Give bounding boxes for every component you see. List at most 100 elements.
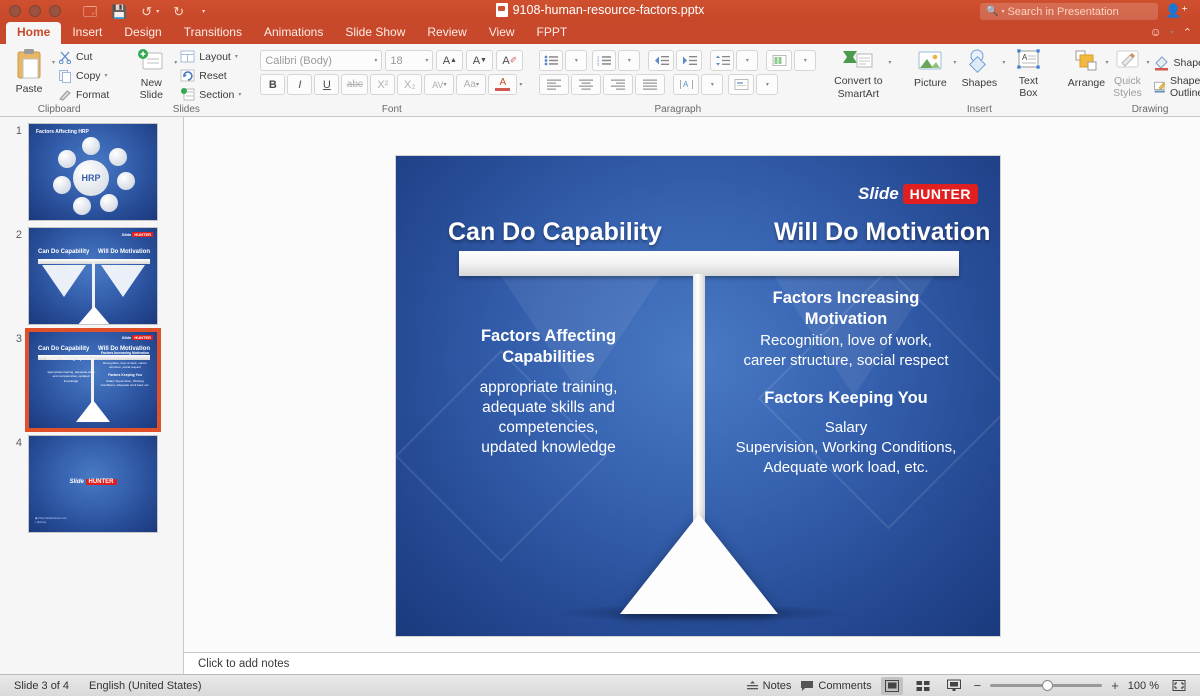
- change-case-button[interactable]: Aa ▾: [456, 74, 487, 95]
- slide-thumbnail-pane[interactable]: 1 Factors Affecting HRP HRP 2 Slide HUNT…: [0, 117, 184, 674]
- copy-dropdown-icon[interactable]: ▾: [105, 72, 108, 79]
- heading-can-do-capability[interactable]: Can Do Capability: [448, 218, 662, 247]
- thumbnail-item-3[interactable]: 3 Slide HUNTER Can Do Capability Will Do…: [0, 325, 183, 432]
- fit-slide-button[interactable]: [1168, 677, 1190, 695]
- tab-fppt[interactable]: FPPT: [526, 22, 579, 44]
- right-text-title-1[interactable]: Factors Increasing Motivation: [716, 288, 976, 330]
- thumbnail-slide-4[interactable]: Slide HUNTER ◉ http://slidehunter.com ▪ (…: [28, 435, 158, 533]
- sidebar-toggle-icon[interactable]: 🗔: [83, 5, 97, 18]
- numbering-dropdown-icon[interactable]: ▾: [618, 50, 641, 71]
- increase-indent-button[interactable]: [676, 50, 703, 71]
- right-text-body-2[interactable]: Salary Supervision, Working Conditions, …: [706, 418, 986, 478]
- font-size-dropdown-icon[interactable]: ▾: [425, 57, 428, 64]
- italic-button[interactable]: I: [287, 74, 313, 95]
- undo-dropdown-icon[interactable]: ▾: [156, 8, 159, 15]
- shapes-button[interactable]: Shapes: [956, 46, 1002, 89]
- align-left-button[interactable]: [539, 74, 570, 95]
- save-icon[interactable]: 💾: [111, 5, 127, 18]
- tab-review[interactable]: Review: [416, 22, 477, 44]
- thumbnail-item-1[interactable]: 1 Factors Affecting HRP HRP: [0, 117, 183, 221]
- font-color-button[interactable]: A: [488, 74, 518, 95]
- new-slide-button[interactable]: New Slide: [128, 46, 174, 101]
- text-direction-dropdown-icon[interactable]: ▾: [701, 74, 724, 95]
- heading-will-do-motivation[interactable]: Will Do Motivation: [774, 218, 990, 247]
- share-icon[interactable]: 👤⁺: [1165, 3, 1188, 19]
- paste-button[interactable]: Paste: [6, 46, 52, 95]
- comments-toggle-button[interactable]: Comments: [800, 680, 872, 692]
- tab-home[interactable]: Home: [6, 22, 62, 44]
- text-direction-button[interactable]: A: [673, 74, 700, 95]
- smartart-dropdown-icon[interactable]: ▾: [888, 59, 891, 66]
- tab-transitions[interactable]: Transitions: [173, 22, 253, 44]
- thumbnail-slide-3[interactable]: Slide HUNTER Can Do Capability Will Do M…: [25, 328, 161, 432]
- tab-insert[interactable]: Insert: [61, 22, 113, 44]
- layout-dropdown-icon[interactable]: ▾: [235, 53, 238, 60]
- zoom-out-button[interactable]: −: [974, 678, 982, 693]
- chevron-up-icon[interactable]: ⌃: [1183, 26, 1192, 39]
- format-painter-button[interactable]: Format: [55, 86, 112, 103]
- view-slide-show-button[interactable]: [943, 677, 965, 695]
- minimize-window-button[interactable]: [29, 5, 41, 17]
- thumbnail-slide-2[interactable]: Slide HUNTER Can Do Capability Will Do M…: [28, 227, 158, 325]
- align-text-button[interactable]: [728, 74, 755, 95]
- section-dropdown-icon[interactable]: ▾: [238, 91, 241, 98]
- notes-pane[interactable]: Click to add notes: [184, 652, 1200, 674]
- justify-button[interactable]: [635, 74, 666, 95]
- thumbnail-item-2[interactable]: 2 Slide HUNTER Can Do Capability Will Do…: [0, 221, 183, 325]
- view-slide-sorter-button[interactable]: [912, 677, 934, 695]
- clear-formatting-button[interactable]: A ✐: [496, 50, 524, 71]
- shape-outline-button[interactable]: Shape Outline ▾: [1150, 75, 1200, 99]
- reset-button[interactable]: Reset: [177, 67, 244, 84]
- convert-to-smartart-button[interactable]: Convert to SmartArt: [828, 46, 888, 100]
- align-text-dropdown-icon[interactable]: ▾: [756, 74, 779, 95]
- zoom-slider-knob[interactable]: [1042, 680, 1054, 691]
- tab-animations[interactable]: Animations: [253, 22, 334, 44]
- search-input[interactable]: 🔍 ▾ Search in Presentation: [980, 3, 1158, 20]
- picture-button[interactable]: Picture: [907, 46, 953, 89]
- zoom-slider[interactable]: [990, 680, 1103, 691]
- strikethrough-button[interactable]: abc: [341, 74, 369, 95]
- line-spacing-button[interactable]: [710, 50, 735, 71]
- align-right-button[interactable]: [603, 74, 634, 95]
- maximize-window-button[interactable]: [49, 5, 61, 17]
- bullets-dropdown-icon[interactable]: ▾: [565, 50, 588, 71]
- shape-fill-button[interactable]: Shape Fill ▾: [1150, 52, 1200, 74]
- superscript-button[interactable]: X²: [370, 74, 396, 95]
- bullets-button[interactable]: [539, 50, 564, 71]
- character-spacing-button[interactable]: AV ▾: [424, 74, 455, 95]
- section-button[interactable]: Section ▾: [177, 86, 244, 103]
- font-name-select[interactable]: Calibri (Body) ▾: [260, 50, 383, 71]
- font-size-select[interactable]: 18 ▾: [385, 50, 434, 71]
- bold-button[interactable]: B: [260, 74, 286, 95]
- close-window-button[interactable]: [9, 5, 21, 17]
- left-text-title[interactable]: Factors Affecting Capabilities: [441, 326, 656, 368]
- tab-slide-show[interactable]: Slide Show: [334, 22, 416, 44]
- thumbnail-slide-1[interactable]: Factors Affecting HRP HRP: [28, 123, 158, 221]
- layout-button[interactable]: Layout ▾: [177, 48, 244, 65]
- current-slide[interactable]: Slide HUNTER Can Do Capability Will Do M…: [396, 156, 1000, 636]
- view-normal-button[interactable]: [880, 676, 903, 695]
- left-text-body[interactable]: appropriate training, adequate skills an…: [441, 378, 656, 458]
- tab-view[interactable]: View: [478, 22, 526, 44]
- align-center-button[interactable]: [571, 74, 602, 95]
- language-label[interactable]: English (United States): [89, 680, 202, 692]
- search-dropdown-icon[interactable]: ▾: [1001, 8, 1004, 15]
- font-color-dropdown-icon[interactable]: ▾: [519, 81, 522, 88]
- smiley-icon[interactable]: ☺: [1150, 25, 1162, 39]
- cut-button[interactable]: Cut: [55, 48, 112, 65]
- line-spacing-dropdown-icon[interactable]: ▾: [736, 50, 759, 71]
- font-name-dropdown-icon[interactable]: ▾: [374, 57, 377, 64]
- underline-button[interactable]: U: [314, 74, 340, 95]
- customize-toolbar-icon[interactable]: ▾: [202, 8, 205, 15]
- tab-design[interactable]: Design: [113, 22, 172, 44]
- shrink-font-button[interactable]: A ▼: [466, 50, 494, 71]
- redo-icon[interactable]: ↻: [173, 5, 184, 18]
- columns-dropdown-icon[interactable]: ▾: [794, 50, 817, 71]
- copy-button[interactable]: Copy ▾: [55, 67, 112, 84]
- numbering-button[interactable]: 1 2 3: [592, 50, 617, 71]
- undo-icon[interactable]: ↺: [141, 5, 152, 18]
- quick-styles-button[interactable]: Quick Styles: [1108, 46, 1146, 99]
- columns-button[interactable]: [766, 50, 793, 71]
- smiley-dropdown-icon[interactable]: ▾: [1171, 29, 1174, 36]
- right-text-body-1[interactable]: Recognition, love of work, career struct…: [711, 331, 981, 371]
